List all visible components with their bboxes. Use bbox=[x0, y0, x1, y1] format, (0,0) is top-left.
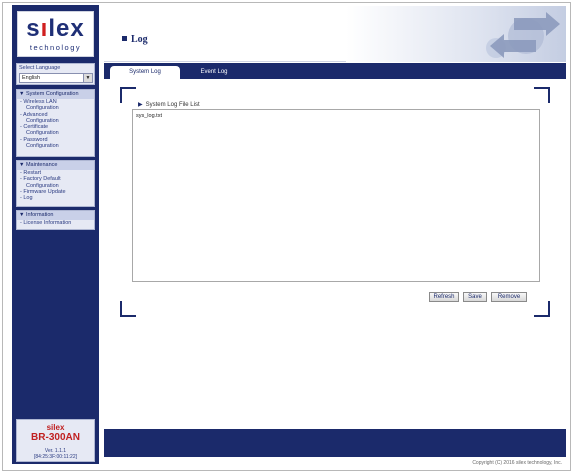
nav-section-information: ▼ Information - License Information bbox=[16, 210, 95, 230]
page-title: Log bbox=[122, 34, 148, 45]
log-file-list[interactable]: sys_log.txt bbox=[132, 109, 540, 282]
nav-section-system: ▼ System Configuration - Wireless LAN Co… bbox=[16, 89, 95, 157]
nav-header-system[interactable]: ▼ System Configuration bbox=[17, 90, 94, 99]
tab-event-log[interactable]: Event Log bbox=[184, 66, 244, 79]
page-header: Log bbox=[104, 6, 566, 62]
header-decoration bbox=[346, 6, 566, 62]
sidebar: sılex technology Select Language English… bbox=[12, 5, 99, 464]
language-label: Select Language bbox=[19, 65, 61, 71]
arrows-decoration-icon bbox=[486, 12, 560, 58]
logo-text: sılex bbox=[26, 15, 85, 42]
remove-button[interactable]: Remove bbox=[491, 292, 527, 302]
panel-corner bbox=[120, 87, 136, 103]
triangle-right-icon: ▶ bbox=[138, 102, 143, 108]
page-title-text: Log bbox=[131, 34, 148, 45]
save-button[interactable]: Save bbox=[463, 292, 487, 302]
device-model: BR-300AN bbox=[31, 432, 80, 443]
copyright-text: Copyright (C) 2016 silex technology, Inc… bbox=[472, 460, 562, 466]
tab-system-log[interactable]: System Log bbox=[110, 66, 180, 79]
footer-band bbox=[104, 429, 566, 457]
panel-corner bbox=[120, 301, 136, 317]
brand-logo: sılex technology bbox=[17, 11, 94, 57]
title-bullet-icon bbox=[122, 36, 127, 41]
log-list-title: ▶ System Log File List bbox=[138, 101, 200, 108]
language-selected: English bbox=[22, 75, 41, 81]
device-mac: [84:25:3F:00:11:22] bbox=[34, 454, 77, 460]
chevron-down-icon[interactable]: ▼ bbox=[83, 74, 92, 82]
panel-corner bbox=[534, 301, 550, 317]
nav-section-maintenance: ▼ Maintenance - Restart - Factory Defaul… bbox=[16, 160, 95, 207]
tab-bar: System Log Event Log bbox=[104, 63, 566, 79]
nav-item-log[interactable]: - Log bbox=[17, 195, 94, 201]
language-select[interactable]: English ▼ bbox=[19, 73, 93, 83]
list-item[interactable]: sys_log.txt bbox=[136, 113, 162, 119]
log-list-title-text: System Log File List bbox=[145, 102, 200, 108]
nav-item-license[interactable]: - License Information bbox=[17, 220, 94, 226]
panel-corner bbox=[534, 87, 550, 103]
device-brand: silex bbox=[46, 423, 65, 432]
logo-tagline: technology bbox=[29, 43, 82, 52]
content-area: ▶ System Log File List sys_log.txt Refres… bbox=[104, 79, 566, 429]
nav-header-information[interactable]: ▼ Information bbox=[17, 211, 94, 220]
device-info: silex BR-300AN Ver. 1.1.1 [84:25:3F:00:1… bbox=[16, 419, 95, 462]
nav-header-maintenance[interactable]: ▼ Maintenance bbox=[17, 161, 94, 170]
refresh-button[interactable]: Refresh bbox=[429, 292, 459, 302]
language-panel: Select Language English ▼ bbox=[16, 63, 95, 85]
nav-item-password-sub[interactable]: Configuration bbox=[17, 143, 94, 149]
